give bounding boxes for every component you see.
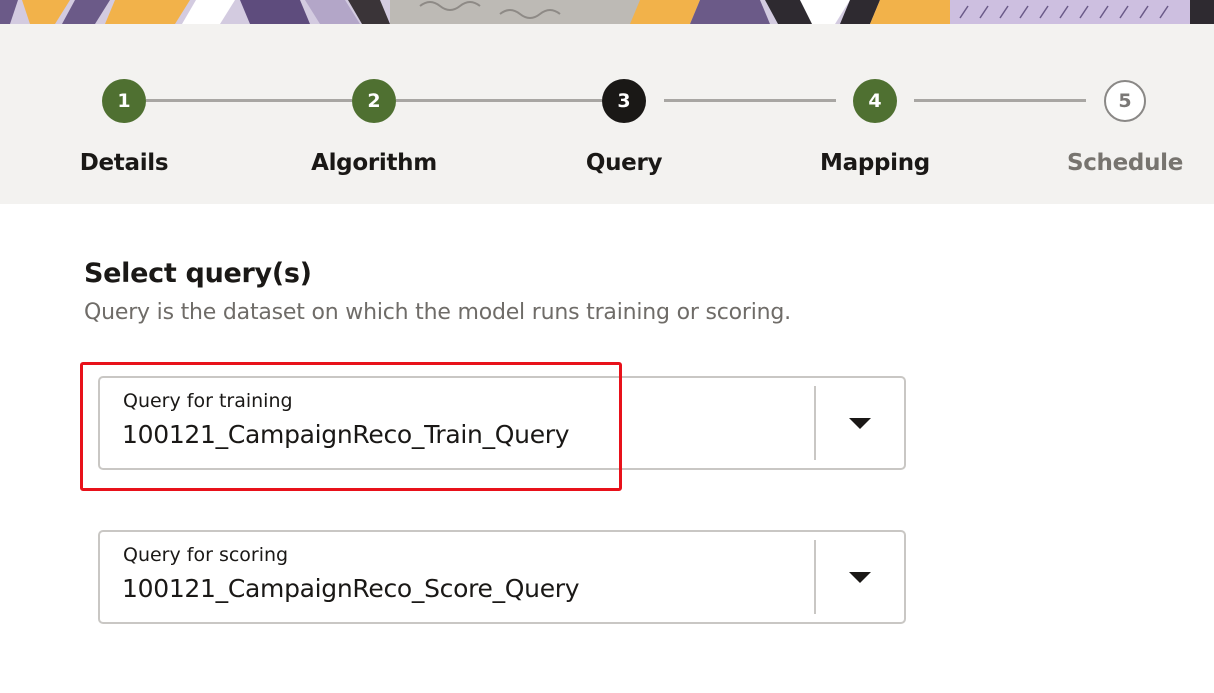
scoring-query-value[interactable]: 100121_CampaignReco_Score_Query [122, 574, 580, 603]
step-query[interactable]: 3 Query [524, 24, 724, 204]
section-description: Query is the dataset on which the model … [84, 300, 791, 325]
step-details[interactable]: 1 Details [24, 24, 224, 204]
step-number-badge: 1 [102, 79, 146, 123]
step-label: Algorithm [311, 150, 437, 176]
caret-down-icon [849, 417, 871, 429]
step-navigation: 1 Details 2 Algorithm 3 Query 4 Mapping … [0, 24, 1214, 204]
caret-down-icon [849, 571, 871, 583]
step-label: Details [79, 150, 169, 176]
step-number-badge: 4 [853, 79, 897, 123]
step-algorithm[interactable]: 2 Algorithm [274, 24, 474, 204]
scoring-query-select[interactable]: Query for scoring 100121_CampaignReco_Sc… [98, 530, 906, 624]
step-label: Schedule [1066, 150, 1184, 176]
step-label: Query [585, 150, 663, 176]
scoring-query-dropdown-button[interactable] [816, 532, 904, 622]
step-number-badge: 3 [602, 79, 646, 123]
step-number-badge: 5 [1104, 80, 1146, 122]
step-mapping[interactable]: 4 Mapping [775, 24, 975, 204]
step-label: Mapping [820, 150, 930, 176]
section-title: Select query(s) [84, 258, 312, 289]
highlight-box [80, 362, 622, 491]
step-number-badge: 2 [352, 79, 396, 123]
step-schedule[interactable]: 5 Schedule [1025, 24, 1214, 204]
scoring-query-label: Query for scoring [123, 544, 289, 566]
training-query-dropdown-button[interactable] [816, 378, 904, 468]
decorative-banner [0, 0, 1214, 24]
